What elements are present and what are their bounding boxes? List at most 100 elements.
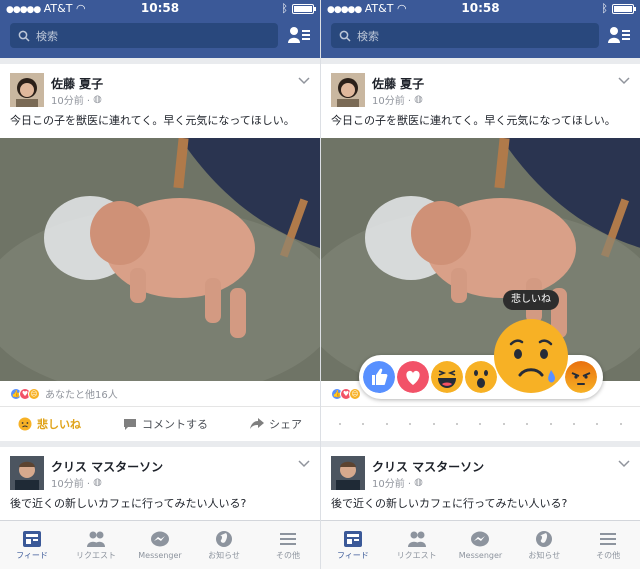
chevron-down-icon[interactable] bbox=[618, 459, 630, 469]
news-feed: 佐藤 夏子 10分前 · ◍ 今日この子を獣医に連れてく。早く元気になってほしい。 bbox=[321, 58, 640, 520]
author-name[interactable]: クリス マスターソン bbox=[372, 458, 484, 475]
author-name[interactable]: 佐藤 夏子 bbox=[51, 75, 103, 92]
battery-icon bbox=[612, 3, 636, 14]
menu-icon bbox=[280, 532, 296, 545]
battery-icon bbox=[292, 3, 316, 14]
globe-icon: ◍ bbox=[414, 94, 423, 105]
post-card: クリス マスターソン 10分前 · ◍ 後で近くの新しいカフェに行ってみたい人いる… bbox=[321, 447, 640, 520]
author-name[interactable]: クリス マスターソン bbox=[51, 458, 163, 475]
friends-list-icon[interactable] bbox=[608, 25, 630, 45]
tab-bar: フィード リクエスト Messenger お知らせ その他 bbox=[321, 520, 640, 569]
top-navbar: 検索 bbox=[321, 18, 640, 58]
sad-label: 悲しいね bbox=[37, 418, 81, 431]
reaction-tooltip: 悲しいね bbox=[503, 290, 559, 310]
tab-label: お知らせ bbox=[528, 550, 561, 560]
post-time: 10分前 · bbox=[372, 96, 412, 107]
friends-list-icon[interactable] bbox=[288, 25, 310, 45]
post-photo[interactable] bbox=[0, 138, 320, 381]
share-button[interactable]: シェア bbox=[250, 416, 302, 432]
tab-friend-requests[interactable]: リクエスト bbox=[385, 521, 449, 569]
sad-icon: ☹ bbox=[349, 387, 361, 400]
action-bar-placeholder bbox=[321, 407, 640, 441]
post-time: 10分前 · bbox=[372, 479, 412, 490]
chevron-down-icon[interactable] bbox=[618, 76, 630, 86]
avatar[interactable] bbox=[331, 73, 365, 107]
avatar[interactable] bbox=[10, 456, 44, 490]
sad-icon bbox=[18, 417, 32, 431]
search-input[interactable]: 検索 bbox=[331, 23, 599, 48]
post-card: 佐藤 夏子 10分前 · ◍ 今日この子を獣医に連れてく。早く元気になってほしい。 bbox=[0, 64, 320, 441]
like-icon[interactable] bbox=[363, 361, 395, 393]
menu-icon bbox=[600, 532, 617, 545]
post-meta: 10分前 · ◍ bbox=[51, 92, 102, 107]
post-text: 後で近くの新しいカフェに行ってみたい人いる? bbox=[331, 497, 568, 510]
tab-news-feed[interactable]: フィード bbox=[0, 521, 64, 569]
sad-icon[interactable] bbox=[493, 318, 569, 394]
tab-notifications[interactable]: お知らせ bbox=[512, 521, 576, 569]
friend-requests-icon bbox=[407, 531, 426, 547]
comment-button[interactable]: コメントする bbox=[123, 416, 208, 432]
news-feed: 佐藤 夏子 10分前 · ◍ 今日この子を獣医に連れてく。早く元気になってほしい。 bbox=[0, 58, 320, 520]
globe-icon: ◍ bbox=[93, 94, 102, 105]
tab-more[interactable]: その他 bbox=[576, 521, 640, 569]
comment-label: コメントする bbox=[142, 418, 208, 431]
avatar[interactable] bbox=[331, 456, 365, 490]
tab-label: フィード bbox=[16, 550, 48, 560]
globe-icon bbox=[536, 530, 553, 547]
haha-icon[interactable] bbox=[431, 361, 463, 393]
love-icon[interactable] bbox=[397, 361, 429, 393]
tab-messenger[interactable]: Messenger bbox=[449, 521, 513, 569]
angry-icon[interactable] bbox=[565, 361, 597, 393]
bluetooth-icon: ᛒ bbox=[281, 2, 288, 15]
post-meta: 10分前 · ◍ bbox=[51, 475, 102, 490]
search-icon bbox=[339, 30, 351, 42]
clock: 10:58 bbox=[140, 1, 180, 15]
search-input[interactable]: 検索 bbox=[10, 23, 278, 48]
share-icon bbox=[250, 418, 264, 429]
status-bar: ●●●●● AT&T ◠ 10:58 ᛒ bbox=[321, 0, 640, 18]
tab-messenger[interactable]: Messenger bbox=[128, 521, 192, 569]
author-name[interactable]: 佐藤 夏子 bbox=[372, 75, 424, 92]
tab-friend-requests[interactable]: リクエスト bbox=[64, 521, 128, 569]
globe-icon bbox=[216, 530, 232, 547]
sad-icon: ☹ bbox=[28, 387, 40, 400]
globe-icon: ◍ bbox=[93, 477, 102, 488]
tab-label: リクエスト bbox=[396, 550, 437, 560]
news-feed-icon bbox=[343, 530, 362, 547]
reaction-count: あなたと他16人 bbox=[45, 390, 118, 401]
messenger-icon bbox=[151, 531, 169, 546]
status-icons: ᛒ bbox=[601, 2, 636, 15]
chevron-down-icon[interactable] bbox=[298, 459, 310, 469]
bluetooth-icon: ᛒ bbox=[601, 2, 608, 15]
post-photo[interactable] bbox=[321, 138, 640, 381]
search-icon bbox=[18, 30, 30, 42]
tab-label: Messenger bbox=[138, 550, 182, 560]
tab-notifications[interactable]: お知らせ bbox=[192, 521, 256, 569]
news-feed-icon bbox=[23, 530, 41, 547]
post-text: 後で近くの新しいカフェに行ってみたい人いる? bbox=[10, 497, 247, 510]
post-meta: 10分前 · ◍ bbox=[372, 475, 423, 490]
globe-icon: ◍ bbox=[414, 477, 423, 488]
clock: 10:58 bbox=[461, 1, 500, 15]
status-bar: ●●●●● AT&T ◠ 10:58 ᛒ bbox=[0, 0, 320, 18]
messenger-icon bbox=[471, 531, 490, 546]
tab-news-feed[interactable]: フィード bbox=[321, 521, 385, 569]
sad-reaction-button[interactable]: 悲しいね bbox=[18, 416, 81, 432]
post-card: クリス マスターソン 10分前 · ◍ 後で近くの新しいカフェに行ってみたい人いる… bbox=[0, 447, 320, 520]
search-placeholder: 検索 bbox=[36, 29, 58, 43]
phone-left: ●●●●● AT&T ◠ 10:58 ᛒ 検索 佐藤 夏子 10分前 · ◍ 今日… bbox=[0, 0, 320, 569]
search-placeholder: 検索 bbox=[357, 29, 379, 43]
tab-more[interactable]: その他 bbox=[256, 521, 320, 569]
post-time: 10分前 · bbox=[51, 479, 91, 490]
tab-label: Messenger bbox=[458, 550, 503, 560]
reaction-summary[interactable]: 👍 ♥ ☹ あなたと他16人 bbox=[0, 381, 320, 407]
action-bar: 悲しいね コメントする シェア bbox=[0, 407, 320, 441]
friend-requests-icon bbox=[87, 531, 105, 547]
chevron-down-icon[interactable] bbox=[298, 76, 310, 86]
avatar[interactable] bbox=[10, 73, 44, 107]
post-text: 今日この子を獣医に連れてく。早く元気になってほしい。 bbox=[10, 114, 295, 127]
tab-label: フィード bbox=[336, 550, 369, 560]
phone-right: ●●●●● AT&T ◠ 10:58 ᛒ 検索 佐藤 夏子 10分前 · ◍ 今日… bbox=[320, 0, 640, 569]
reaction-icons: 👍 ♥ ☹ bbox=[10, 387, 40, 400]
status-icons: ᛒ bbox=[281, 2, 316, 15]
